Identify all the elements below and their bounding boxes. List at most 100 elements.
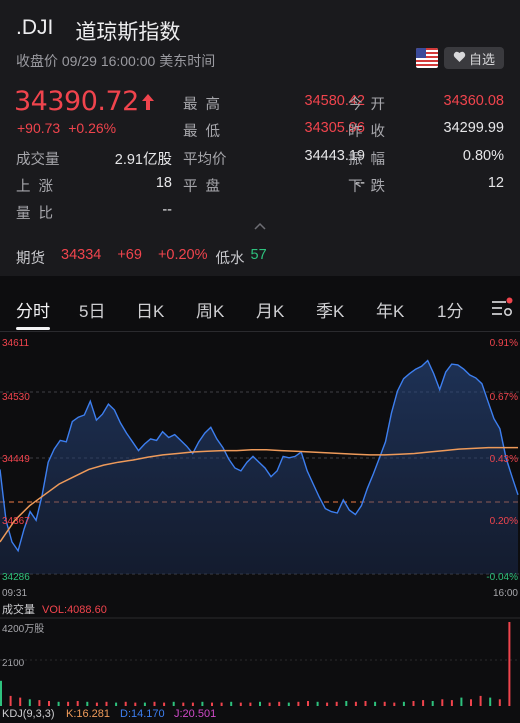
decliners-label: 下 跌 [348,179,388,195]
volume-bar [95,702,98,706]
volume-label: 成交量 [16,152,60,168]
change-pct: +0.26% [68,120,117,136]
futures-label: 期货 [16,251,45,267]
x-tick-label: 16:00 [493,588,518,599]
watch-label: 自选 [468,51,495,67]
amplitude-value: 0.80% [462,148,504,164]
discount-label: 低水 [215,251,245,267]
settings-menu-icon[interactable] [490,297,514,324]
discount-value: 57 [250,247,267,263]
volume-bar [460,697,463,706]
volume-bar [211,702,213,706]
volume-bar [105,701,108,706]
price-area [0,360,518,574]
volume-bar [115,702,118,706]
futures-row[interactable]: 期货 34334 +69 +0.20% 低水 57 [16,247,267,268]
volume-ratio-value: -- [162,202,172,218]
avg-price-label: 平均价 [183,152,227,168]
volume-bar [201,701,204,706]
futures-price: 34334 [61,247,102,263]
decliners-value: 12 [487,175,504,191]
volume-bar [57,701,60,706]
high-label: 最 高 [183,97,223,113]
y-pct-label: 0.91% [490,338,518,349]
volume-bar [278,701,281,706]
chevron-up-icon[interactable] [252,218,268,230]
x-tick-label: 09:31 [2,588,27,599]
last-price: 34390.72 [14,86,155,117]
volume-bar [374,701,377,706]
volume-bar [326,702,329,706]
volume-bar [220,702,223,706]
advancers-value: 18 [155,175,172,191]
volume-bar [489,697,492,706]
volume-bar [335,701,338,706]
volume-bar [364,701,367,706]
volume-bar [431,701,434,706]
add-watchlist-button[interactable]: 自选 [444,47,504,69]
volume-bar [307,701,309,706]
volume-max-label: 4200万股 [2,623,44,635]
unchanged-label: 平 盘 [183,179,223,195]
volume-value: 2.91亿股 [114,152,172,168]
volume-bar [479,695,482,706]
volume-bar [182,702,185,706]
tab-quarterly-k[interactable]: 季K [316,297,344,322]
index-name: 道琼斯指数 [75,21,181,44]
volume-bar [316,701,319,706]
volume-bar [297,701,300,706]
y-tick-label: 34286 [2,572,30,583]
volume-bar [470,699,472,706]
price-value: 34390.72 [14,86,139,117]
kdj-j-value: J:20.501 [174,708,216,720]
tab-5day[interactable]: 5日 [79,297,105,322]
volume-bar [86,701,89,706]
title-row: .DJI 道琼斯指数 [16,16,180,46]
advancers-label: 上 涨 [16,179,56,195]
heart-icon [453,51,466,66]
y-pct-label: 0.43% [490,454,518,465]
volume-bar [230,701,233,706]
y-pct-label: -0.04% [486,572,518,583]
volume-bar [19,697,22,706]
volume-bar [172,701,175,706]
volume-bar [402,701,405,706]
price-change: +90.73 +0.26% [17,120,116,136]
intraday-chart[interactable]: 34611 34530 34449 34367 34286 0.91% 0.67… [0,334,520,723]
tab-1min[interactable]: 1分 [437,297,463,322]
volume-bar [28,699,31,706]
tab-intraday[interactable]: 分时 [16,297,50,322]
volume-bar [67,701,70,706]
quote-panel: .DJI 道琼斯指数 收盘价 09/29 16:00:00 美东时间 自选 34… [0,0,520,276]
volume-bar [412,701,415,706]
volume-bar [498,699,501,706]
volume-bar [76,701,79,706]
volume-bar [441,699,444,706]
tab-daily-k[interactable]: 日K [136,297,164,322]
open-value: 34360.08 [443,93,504,109]
y-tick-label: 34530 [2,392,30,403]
index-code: .DJI [16,16,54,39]
open-label: 今 开 [348,97,388,113]
volume-bar [450,700,453,706]
y-pct-label: 0.20% [490,516,518,527]
volume-bar [422,700,425,706]
kdj-k-value: K:16.281 [66,708,110,720]
futures-pct: +0.20% [157,247,208,263]
volume-bar [259,701,261,706]
y-tick-label: 34367 [2,516,30,527]
volume-bar [268,702,271,706]
volume-bar [354,701,357,706]
low-label: 最 低 [183,124,223,140]
tab-weekly-k[interactable]: 周K [196,297,224,322]
volume-readout: VOL:4088.60 [42,604,107,616]
tab-monthly-k[interactable]: 月K [256,297,284,322]
volume-bar [249,702,252,706]
tab-yearly-k[interactable]: 年K [376,297,404,322]
volume-bar [9,695,12,706]
futures-change: +69 [117,247,142,263]
volume-bars [0,622,511,706]
volume-bar [191,702,194,706]
kdj-d-value: D:14.170 [120,708,165,720]
us-flag-icon [416,48,438,68]
